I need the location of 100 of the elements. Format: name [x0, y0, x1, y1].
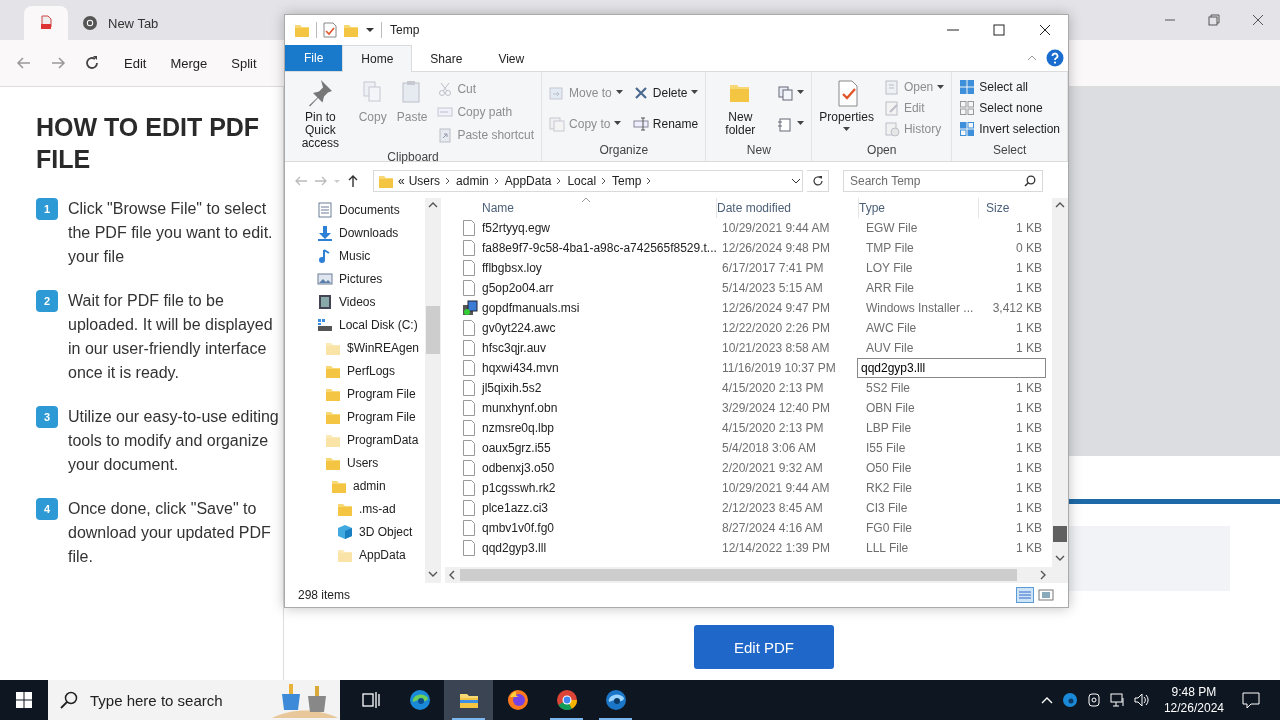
nav-item[interactable]: $WinREAgen	[325, 336, 420, 359]
ribbon-button[interactable]: Invert selection	[956, 118, 1063, 139]
browser-tab[interactable]	[24, 6, 68, 40]
column-header[interactable]: Size	[978, 198, 1042, 218]
taskbar-app[interactable]	[444, 680, 493, 720]
ribbon-tab[interactable]: File	[285, 45, 343, 71]
caret-icon	[937, 84, 945, 90]
column-header[interactable]: Name	[482, 201, 716, 215]
file-name[interactable]: jl5qixih.5s2	[482, 381, 716, 395]
nav-item[interactable]: ProgramData	[325, 428, 419, 451]
file-icon	[462, 260, 476, 276]
file-name[interactable]: fflbgbsx.loy	[482, 261, 716, 275]
ribbon-tab[interactable]: Home	[342, 45, 413, 72]
network-icon[interactable]	[1109, 692, 1126, 708]
nav-item[interactable]: AppData	[337, 543, 406, 566]
file-name[interactable]: hfsc3qjr.auv	[482, 341, 716, 355]
column-header[interactable]: Date modified	[716, 198, 858, 218]
taskbar-search-input[interactable]: Type here to search	[88, 690, 262, 710]
search-field[interactable]: Search Temp	[843, 170, 1043, 192]
file-name[interactable]: munxhynf.obn	[482, 401, 716, 415]
ribbon-button[interactable]: Delete	[629, 82, 702, 103]
caret-icon	[843, 127, 851, 132]
file-icon	[462, 420, 476, 436]
nav-item[interactable]: Pictures	[317, 267, 383, 290]
date-cell-text: 6/17/2017 7:41 PM	[721, 261, 825, 275]
clock-date[interactable]: 12/26/2024	[1163, 700, 1224, 716]
edit-pdf-button[interactable]: Edit PDF	[694, 625, 834, 669]
nav-item[interactable]: Local Disk (C:)	[317, 313, 418, 336]
nav-item[interactable]: Documents	[317, 198, 400, 221]
breadcrumb[interactable]: Temp	[612, 174, 642, 188]
nav-item[interactable]: admin	[331, 474, 386, 497]
browser-tab[interactable]: New Tab	[68, 6, 173, 40]
breadcrumb[interactable]: AppData	[504, 174, 552, 188]
refresh-button[interactable]	[807, 170, 829, 192]
file-name[interactable]: gv0yt224.awc	[482, 321, 716, 335]
overflow-chevron[interactable]: «	[398, 174, 405, 188]
file-name[interactable]: nzmsre0q.lbp	[482, 421, 716, 435]
close-icon[interactable]	[1039, 24, 1051, 36]
properties-icon[interactable]	[323, 22, 337, 38]
nav-link[interactable]: Edit	[124, 55, 147, 71]
file-name[interactable]: plce1azz.ci3	[482, 501, 716, 515]
nav-item[interactable]: PerfLogs	[325, 359, 396, 382]
chevron-icon[interactable]	[492, 176, 501, 186]
chrome-icon	[82, 15, 98, 31]
ribbon-button[interactable]: Pin to Quick access	[289, 75, 352, 150]
size-cell-text: 1 KB	[1015, 541, 1042, 555]
ribbon-tab[interactable]: Share	[412, 45, 481, 72]
search-icon	[60, 691, 78, 709]
nav-item[interactable]: Videos	[317, 290, 376, 313]
clock-time[interactable]: 9:48 PM	[1171, 684, 1217, 700]
scrollbar[interactable]	[1052, 198, 1068, 567]
file-name[interactable]: qqd2gyp3.lll	[482, 541, 716, 555]
ribbon-button[interactable]: Properties	[816, 75, 877, 143]
taskbar-search-field[interactable]: Type here to search	[48, 680, 340, 720]
address-bar[interactable]: « Users admin AppData Local Temp	[373, 170, 803, 192]
nav-item[interactable]: Program File	[325, 405, 416, 428]
nav-item[interactable]: Music	[317, 244, 371, 267]
column-header[interactable]: Type	[858, 198, 978, 218]
nav-item[interactable]: Downloads	[317, 221, 399, 244]
file-name[interactable]: g5op2o04.arr	[482, 281, 716, 295]
scrollbar-thumb[interactable]	[1053, 526, 1067, 542]
ribbon-tab[interactable]: View	[480, 45, 543, 72]
nav-item[interactable]: 3D Object	[337, 520, 413, 543]
file-name[interactable]: hqxwi434.mvn	[482, 361, 716, 375]
file-name[interactable]: qmbv1v0f.fg0	[482, 521, 716, 535]
size-cell-text: 1 KB	[1015, 421, 1042, 435]
ribbon-button[interactable]: Select none	[956, 98, 1063, 118]
file-name[interactable]: oaux5grz.i55	[482, 441, 716, 455]
ribbon-button[interactable]: Rename	[629, 113, 702, 134]
restore-icon[interactable]	[1207, 13, 1221, 27]
nav-item[interactable]: Program File	[325, 382, 416, 405]
camera-icon[interactable]	[1085, 692, 1102, 708]
notification-icon[interactable]	[1242, 691, 1260, 709]
breadcrumb[interactable]: Users	[408, 174, 441, 188]
maximize-icon[interactable]	[993, 24, 1005, 36]
file-name[interactable]: gopdfmanuals.msi	[482, 301, 716, 315]
scrollbar[interactable]	[445, 567, 1068, 583]
help-icon[interactable]	[1046, 49, 1064, 67]
file-icon	[462, 360, 476, 376]
file-name[interactable]: fa88e9f7-9c58-4ba1-a98c-a742565f8529.t...	[482, 241, 716, 255]
nav-link[interactable]: Merge	[170, 55, 208, 71]
type-cell-text: EGW File	[865, 221, 919, 235]
scrollbar-thumb[interactable]	[460, 569, 1017, 581]
nav-item[interactable]: Users	[325, 451, 379, 474]
search-icon[interactable]	[1024, 175, 1036, 187]
type-cell-text: FG0 File	[865, 521, 913, 535]
scrollbar-thumb[interactable]	[426, 306, 440, 354]
ribbon-button[interactable]: New folder	[710, 75, 771, 143]
scrollbar[interactable]	[425, 198, 441, 583]
nav-item[interactable]: .ms-ad	[337, 497, 396, 520]
file-name[interactable]: odbenxj3.o50	[482, 461, 716, 475]
edge-icon[interactable]	[1061, 692, 1078, 708]
rename-field[interactable]: qqd2gyp3.lll	[857, 358, 1046, 378]
breadcrumb[interactable]: admin	[456, 174, 489, 188]
nav-link[interactable]: Split	[231, 55, 257, 71]
volume-icon[interactable]	[1133, 692, 1150, 708]
breadcrumb[interactable]: Local	[567, 174, 597, 188]
ribbon-button[interactable]: Select all	[956, 77, 1063, 98]
file-name[interactable]: f52rtyyq.egw	[482, 221, 716, 235]
file-name[interactable]: p1cgsswh.rk2	[482, 481, 716, 495]
